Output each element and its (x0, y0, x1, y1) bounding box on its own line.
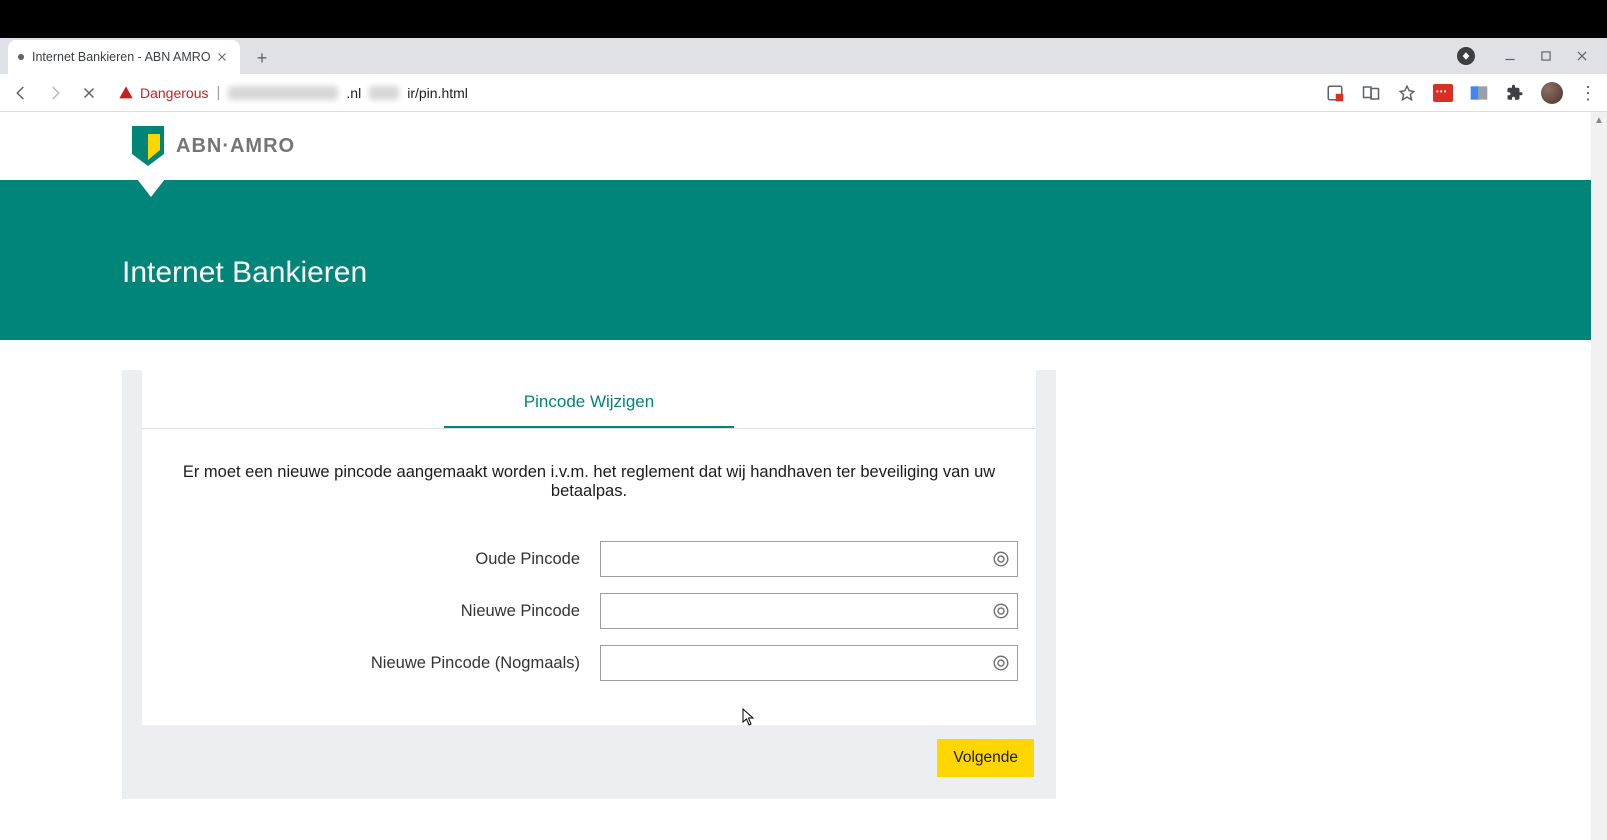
back-button[interactable] (10, 82, 32, 104)
stop-reload-button[interactable] (78, 82, 100, 104)
label-old-pin: Oude Pincode (160, 550, 580, 569)
forward-button[interactable] (44, 82, 66, 104)
card-description: Er moet een nieuwe pincode aangemaakt wo… (142, 429, 1036, 525)
close-tab-icon[interactable] (214, 49, 230, 65)
page-content: ABN·AMRO Internet Bankieren Pincode Wijz… (0, 112, 1591, 840)
scrollbar-up-icon[interactable]: ▲ (1591, 112, 1607, 128)
page-viewport: ABN·AMRO Internet Bankieren Pincode Wijz… (0, 112, 1607, 840)
form-card: Pincode Wijzigen Er moet een nieuwe pinc… (142, 370, 1036, 725)
window-controls (1457, 38, 1607, 74)
browser-menu-button[interactable]: ⋮ (1579, 84, 1597, 102)
extension-icon-red[interactable] (1433, 84, 1453, 102)
browser-tab-active[interactable]: Internet Bankieren - ABN AMRO (8, 40, 240, 74)
hero-banner: Internet Bankieren (0, 180, 1591, 340)
os-titlebar (0, 0, 1607, 38)
shield-icon (132, 126, 164, 166)
card-tab-label[interactable]: Pincode Wijzigen (524, 392, 654, 426)
brand-logo[interactable]: ABN·AMRO (132, 126, 295, 166)
browser-toolbar: Dangerous | .nl ir/pin.html ⋮ (0, 74, 1607, 112)
url-host-redacted (228, 86, 338, 100)
row-old-pin: Oude Pincode (142, 541, 1036, 577)
card-tab-row: Pincode Wijzigen (162, 392, 1016, 428)
row-new-pin: Nieuwe Pincode (142, 593, 1036, 629)
bookmark-star-icon[interactable] (1397, 83, 1417, 103)
reveal-password-icon[interactable] (992, 654, 1010, 672)
new-tab-button[interactable]: + (248, 44, 276, 72)
brand-header: ABN·AMRO (0, 112, 1591, 180)
row-new-pin-again: Nieuwe Pincode (Nogmaals) (142, 645, 1036, 681)
address-bar[interactable]: Dangerous | .nl ir/pin.html (118, 84, 468, 101)
window-close-button[interactable] (1575, 49, 1589, 63)
tab-title: Internet Bankieren - ABN AMRO (32, 50, 214, 64)
label-new-pin-again: Nieuwe Pincode (Nogmaals) (160, 654, 580, 673)
brand-text: ABN·AMRO (176, 135, 295, 158)
page-title: Internet Bankieren (122, 256, 367, 290)
input-old-pin[interactable] (600, 541, 1018, 577)
security-label: Dangerous (140, 85, 209, 101)
card-tab-underline (444, 426, 734, 428)
extensions-puzzle-icon[interactable] (1505, 83, 1525, 103)
reveal-password-icon[interactable] (992, 550, 1010, 568)
browser-tab-strip: Internet Bankieren - ABN AMRO + (0, 38, 1607, 74)
url-suffix-1: .nl (346, 85, 361, 101)
omnibox-separator: | (217, 84, 221, 101)
window-maximize-button[interactable] (1539, 49, 1553, 63)
input-new-pin-again[interactable] (600, 645, 1018, 681)
card-container: Pincode Wijzigen Er moet een nieuwe pinc… (122, 370, 1056, 799)
toolbar-right: ⋮ (1325, 82, 1597, 104)
tab-favicon (18, 54, 24, 60)
translate-icon[interactable] (1361, 83, 1381, 103)
extension-icon-translate[interactable] (1469, 83, 1489, 103)
incognito-icon[interactable] (1457, 47, 1475, 65)
label-new-pin: Nieuwe Pincode (160, 602, 580, 621)
window-minimize-button[interactable] (1503, 49, 1517, 63)
vertical-scrollbar[interactable]: ▲ (1591, 112, 1607, 840)
hero-notch (137, 179, 165, 197)
next-button[interactable]: Volgende (937, 739, 1034, 777)
reveal-password-icon[interactable] (992, 602, 1010, 620)
profile-avatar[interactable] (1541, 82, 1563, 104)
url-path-redacted (369, 86, 399, 100)
url-suffix-2: ir/pin.html (407, 85, 468, 101)
security-indicator[interactable]: Dangerous (118, 85, 209, 101)
actions-row: Volgende (122, 725, 1056, 777)
install-pwa-icon[interactable] (1325, 83, 1345, 103)
input-new-pin[interactable] (600, 593, 1018, 629)
